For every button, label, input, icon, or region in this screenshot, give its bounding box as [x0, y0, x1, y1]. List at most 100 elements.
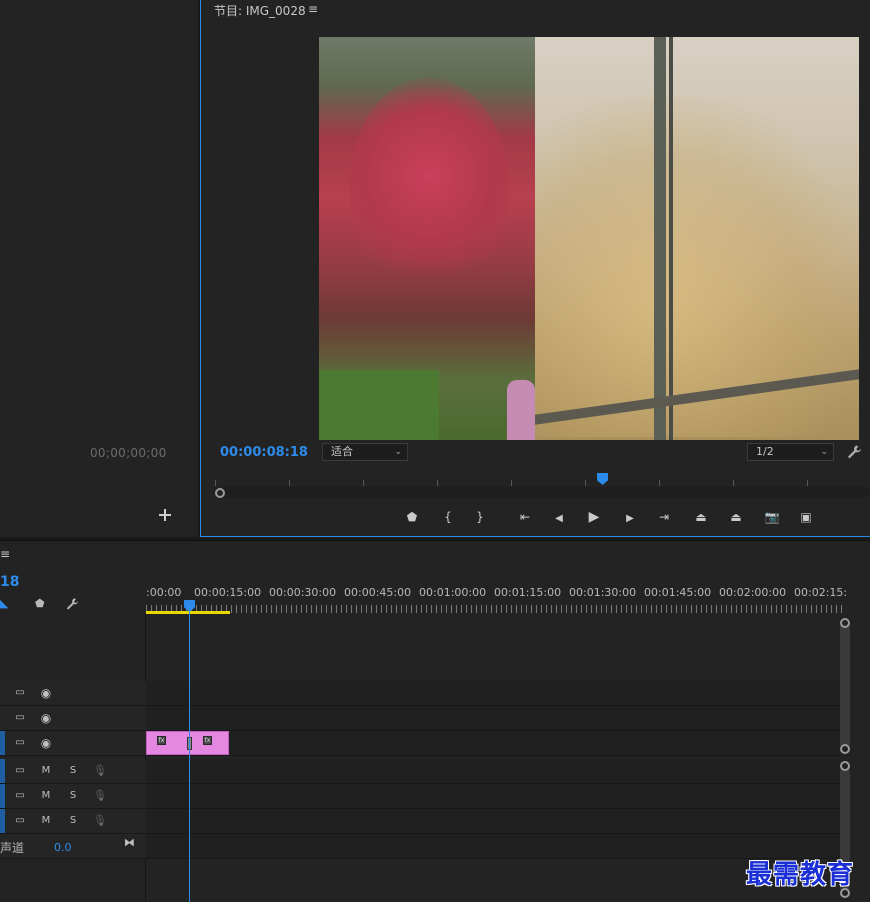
film-icon[interactable]: ▭: [12, 685, 28, 701]
eye-icon[interactable]: ◉: [38, 685, 54, 701]
fx-badge-icon: fx: [203, 736, 212, 745]
ruler-label: 00:00:15:00: [194, 586, 262, 599]
panel-menu-icon[interactable]: ≡: [308, 2, 318, 16]
solo-button[interactable]: S: [65, 788, 81, 804]
timeline-ruler[interactable]: :00:00 00:00:15:00 00:00:30:00 00:00:45:00 0…: [146, 581, 870, 615]
master-volume-value[interactable]: 0.0: [54, 841, 72, 854]
track-header[interactable]: ▭ ◉: [0, 731, 146, 755]
video-clip[interactable]: fx fx: [146, 731, 229, 755]
timeline-menu-icon[interactable]: ≡: [0, 547, 10, 561]
track-lane[interactable]: [146, 834, 840, 858]
master-track-icon[interactable]: ⧓: [124, 836, 135, 849]
track-header[interactable]: ▭ M S 🎙: [0, 759, 146, 783]
add-marker-button[interactable]: ⬟: [401, 506, 423, 528]
mark-out-icon: }: [476, 510, 484, 524]
step-forward-icon: ▶: [626, 513, 634, 524]
work-area-bar[interactable]: [146, 611, 230, 614]
film-icon[interactable]: ▭: [12, 710, 28, 726]
transport-controls: ⬟ {} ⇤ ◀ ▶ ▶ ⇥ ⏏ ⏏ 📷 ▣: [201, 506, 870, 528]
film-icon[interactable]: ▭: [12, 763, 28, 779]
go-to-out-button[interactable]: ⇥: [653, 506, 675, 528]
source-timecode[interactable]: 00;00;00;00: [90, 446, 167, 460]
go-to-out-icon: ⇥: [658, 510, 670, 524]
comparison-view-icon: ▣: [800, 510, 812, 524]
track-lane[interactable]: [146, 809, 840, 833]
audio-track-row[interactable]: ▭ M S 🎙: [0, 784, 840, 809]
track-select-bar[interactable]: [0, 784, 5, 808]
lift-button[interactable]: ⏏: [690, 506, 712, 528]
video-track-row[interactable]: ▭ ◉: [0, 706, 840, 731]
video-track-row[interactable]: ▭ ◉: [0, 731, 840, 756]
film-icon[interactable]: ▭: [12, 813, 28, 829]
camera-icon: 📷: [764, 510, 780, 524]
film-icon[interactable]: ▭: [12, 788, 28, 804]
track-header[interactable]: ▭ ◉: [0, 681, 146, 705]
add-button-icon[interactable]: [158, 508, 172, 522]
microphone-icon[interactable]: 🎙: [92, 763, 108, 779]
marker-icon: ⬟: [406, 510, 418, 524]
add-marker-icon[interactable]: ⬟: [35, 597, 51, 613]
zoom-scrollbar[interactable]: [215, 487, 870, 497]
track-header[interactable]: ▭ ◉: [0, 706, 146, 730]
step-back-button[interactable]: ◀: [548, 506, 570, 528]
source-monitor-panel: 00;00;00;00: [0, 0, 198, 537]
watermark-logo: 最需教育: [746, 860, 855, 890]
mark-out-button[interactable]: }: [469, 506, 491, 528]
solo-button[interactable]: S: [65, 763, 81, 779]
timeline-playhead-line: [189, 612, 190, 902]
comparison-view-button[interactable]: ▣: [795, 506, 817, 528]
track-select-bar[interactable]: [0, 759, 5, 783]
program-timecode[interactable]: 00:00:08:18: [220, 445, 308, 460]
export-frame-button[interactable]: 📷: [761, 506, 783, 528]
fit-dropdown[interactable]: 适合 ⌄: [322, 443, 408, 461]
track-select-bar[interactable]: [0, 731, 5, 755]
microphone-icon[interactable]: 🎙: [92, 813, 108, 829]
master-track-label: 声道: [0, 841, 25, 855]
track-lane[interactable]: [146, 731, 840, 755]
program-mini-ruler[interactable]: [215, 474, 870, 486]
go-to-in-icon: ⇤: [519, 510, 531, 524]
audio-track-row[interactable]: ▭ M S 🎙: [0, 759, 840, 784]
track-lane[interactable]: [146, 706, 840, 730]
ruler-label: :00:00: [146, 586, 182, 599]
extract-icon: ⏏: [730, 510, 742, 524]
mute-button[interactable]: M: [38, 788, 54, 804]
mute-button[interactable]: M: [38, 763, 54, 779]
wrench-icon[interactable]: [847, 444, 863, 460]
program-monitor-title[interactable]: 节目: IMG_0028: [214, 2, 306, 19]
track-lane[interactable]: [146, 784, 840, 808]
microphone-icon[interactable]: 🎙: [92, 788, 108, 804]
wrench-icon[interactable]: [66, 597, 82, 613]
step-forward-button[interactable]: ▶: [619, 506, 641, 528]
play-button[interactable]: ▶: [583, 506, 605, 528]
ruler-label: 00:01:00:00: [419, 586, 487, 599]
ruler-label: 00:01:45:00: [644, 586, 712, 599]
fit-dropdown-value: 适合: [331, 445, 353, 458]
snap-icon[interactable]: ◣: [0, 597, 16, 613]
track-select-bar[interactable]: [0, 809, 5, 833]
zoom-scrollbar-handle[interactable]: [215, 488, 225, 498]
extract-button[interactable]: ⏏: [725, 506, 747, 528]
film-icon[interactable]: ▭: [12, 735, 28, 751]
fx-badge-icon: fx: [157, 736, 166, 745]
ruler-label: 00:02:15:: [794, 586, 848, 599]
eye-icon[interactable]: ◉: [38, 710, 54, 726]
track-lane[interactable]: [146, 681, 840, 705]
track-lane[interactable]: [146, 759, 840, 783]
timeline-timecode[interactable]: 18: [0, 574, 19, 590]
audio-track-row[interactable]: ▭ M S 🎙: [0, 809, 840, 834]
chevron-down-icon: ⌄: [820, 447, 828, 457]
video-preview: [319, 37, 859, 440]
video-track-row[interactable]: ▭ ◉: [0, 681, 840, 706]
track-header[interactable]: ▭ M S 🎙: [0, 784, 146, 808]
mark-in-button[interactable]: {: [437, 506, 459, 528]
resolution-dropdown[interactable]: 1/2 ⌄: [747, 443, 834, 461]
video-preview-left-scene: [319, 37, 535, 440]
solo-button[interactable]: S: [65, 813, 81, 829]
eye-icon[interactable]: ◉: [38, 735, 54, 751]
lift-icon: ⏏: [695, 510, 707, 524]
ruler-label: 00:01:15:00: [494, 586, 562, 599]
go-to-in-button[interactable]: ⇤: [514, 506, 536, 528]
mute-button[interactable]: M: [38, 813, 54, 829]
track-header[interactable]: ▭ M S 🎙: [0, 809, 146, 833]
